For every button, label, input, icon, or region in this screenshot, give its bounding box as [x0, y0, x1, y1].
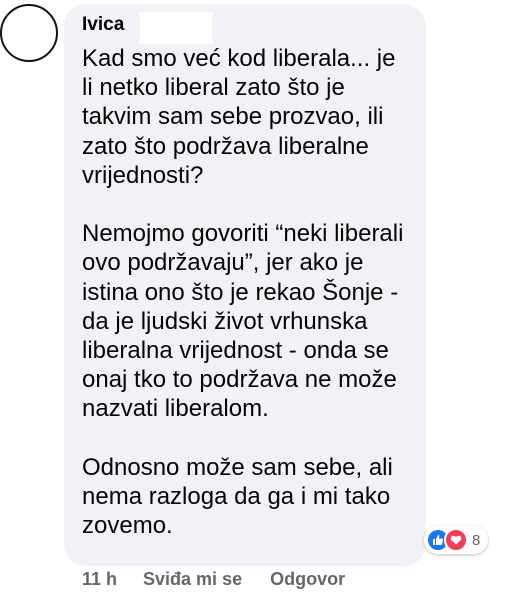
comment-paragraph: Nemojmo govoriti “neki liberali ovo podr…: [82, 220, 404, 423]
love-icon: [444, 528, 468, 552]
redacted-surname: [140, 12, 212, 44]
comment-paragraph: Odnosno može sam sebe, ali nema razloga …: [82, 453, 393, 540]
comment-paragraph: Kad smo već kod liberala... je li netko …: [82, 45, 396, 189]
comment-timestamp[interactable]: 11 h: [82, 568, 117, 590]
comment-actions: 11 h Sviđa mi se Odgovor: [82, 568, 373, 590]
reactions-summary[interactable]: 8: [424, 526, 489, 554]
comment-text: Kad smo već kod liberala... je li netko …: [82, 44, 422, 540]
reaction-count: 8: [472, 531, 481, 549]
reply-button[interactable]: Odgovor: [270, 568, 345, 590]
comment-author[interactable]: Ivica: [82, 13, 124, 37]
avatar[interactable]: [0, 4, 58, 62]
like-button[interactable]: Sviđa mi se: [143, 568, 242, 590]
